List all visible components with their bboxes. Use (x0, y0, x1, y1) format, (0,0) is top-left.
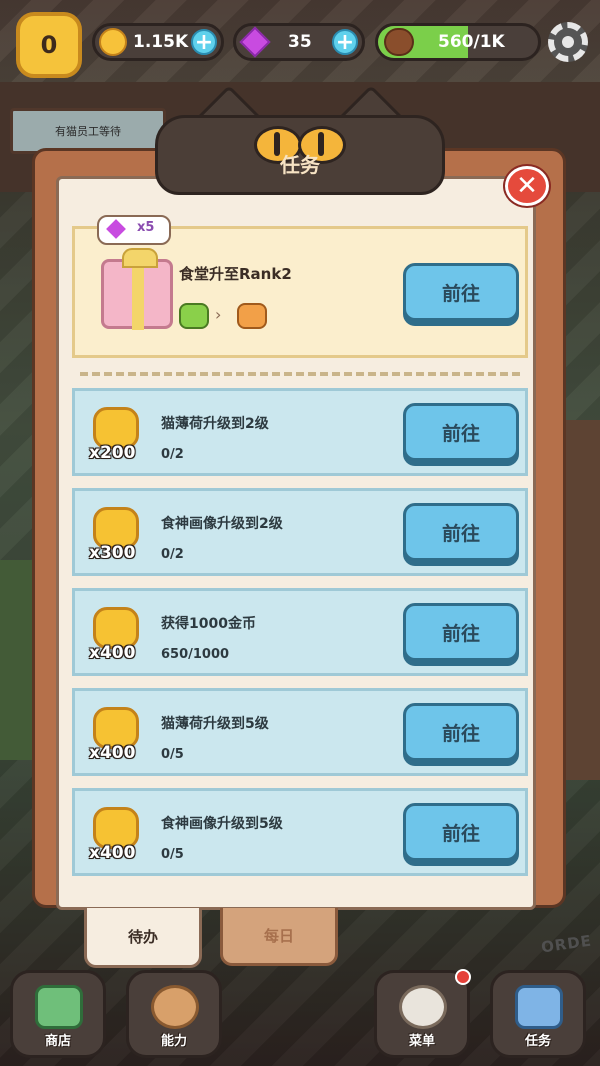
task-row: x200 猫薄荷升级到2级 0/2 前往 (72, 388, 528, 476)
nav-tasks-label: 任务 (524, 1034, 551, 1049)
level-badge[interactable]: 0 (12, 8, 82, 78)
gem-reward-bubble: x5 (97, 215, 171, 245)
task-reward: x400 (89, 743, 136, 763)
nav-menu-label: 菜单 (408, 1034, 435, 1049)
task-progress: 0/2 (161, 447, 184, 462)
task-go-button[interactable]: 前往 (403, 703, 519, 761)
task-go-button[interactable]: 前往 (403, 803, 519, 861)
gem-reward-label: x5 (137, 220, 155, 235)
add-gems-button[interactable]: + (332, 29, 358, 55)
task-go-button[interactable]: 前往 (403, 403, 519, 461)
task-name: 食神画像升级到5级 (161, 816, 283, 832)
coffee-bean-icon (384, 28, 414, 56)
shop-icon (35, 985, 83, 1029)
task-reward: x400 (89, 843, 136, 863)
rank-cat-orange-icon (237, 303, 267, 329)
arrow-icon: › (215, 305, 222, 324)
task-name: 获得1000金币 (161, 616, 256, 632)
cat-header: 任务 (155, 85, 445, 195)
task-row: x300 食神画像升级到2级 0/2 前往 (72, 488, 528, 576)
rank-cat-green-icon (179, 303, 209, 329)
task-reward: x200 (89, 443, 136, 463)
task-go-button[interactable]: 前往 (403, 603, 519, 661)
gem-icon (239, 26, 271, 58)
coffee-cup-icon (399, 985, 447, 1029)
level-hex-icon: 0 (16, 12, 82, 78)
gem-icon (106, 219, 126, 239)
task-row: x400 获得1000金币 650/1000 前往 (72, 588, 528, 676)
task-progress: 0/5 (161, 847, 184, 862)
nav-ability[interactable]: 能力 (126, 970, 222, 1058)
nav-shop[interactable]: 商店 (10, 970, 106, 1058)
task-name: 食神画像升级到2级 (161, 516, 283, 532)
close-button[interactable]: ✕ (505, 166, 549, 206)
coin-icon (99, 28, 127, 56)
level-value: 0 (40, 31, 58, 59)
beans-value: 560/1K (438, 32, 505, 52)
task-progress: 0/2 (161, 547, 184, 562)
add-coins-button[interactable]: + (191, 29, 217, 55)
clipboard-icon (515, 985, 563, 1029)
task-name: 猫薄荷升级到5级 (161, 716, 269, 732)
task-progress: 650/1000 (161, 647, 230, 662)
gems-counter: 35 + (233, 23, 365, 61)
nav-menu[interactable]: 菜单 (374, 969, 471, 1058)
coins-value: 1.15K (133, 32, 189, 52)
nav-ability-label: 能力 (160, 1034, 187, 1049)
modal-title: 任务 (280, 153, 320, 177)
task-name: 猫薄荷升级到2级 (161, 416, 269, 432)
task-go-button[interactable]: 前往 (403, 503, 519, 561)
section-divider (80, 372, 520, 376)
nav-shop-label: 商店 (44, 1034, 71, 1049)
task-row: x400 猫薄荷升级到5级 0/5 前往 (72, 688, 528, 776)
paw-icon (151, 985, 199, 1029)
task-progress: 0/5 (161, 747, 184, 762)
notification-dot (455, 969, 471, 985)
beans-counter: 560/1K (375, 23, 541, 61)
task-reward: x300 (89, 543, 136, 563)
top-hud: 0 1.15K + 35 + 560/1K (0, 0, 600, 82)
featured-task-name: 食堂升至Rank2 (179, 265, 292, 283)
featured-go-button[interactable]: 前往 (403, 263, 519, 321)
rank-upgrade-indicator: › (179, 303, 269, 331)
task-reward: x400 (89, 643, 136, 663)
featured-task: x5 食堂升至Rank2 › 前往 (72, 215, 528, 358)
bottom-nav: 商店 能力 菜单 任务 (0, 958, 600, 1066)
gift-box-icon (101, 248, 173, 330)
gems-value: 35 (288, 32, 312, 52)
nav-tasks[interactable]: 任务 (490, 970, 586, 1058)
settings-gear-icon[interactable] (548, 22, 588, 62)
coins-counter: 1.15K + (92, 23, 224, 61)
task-row: x400 食神画像升级到5级 0/5 前往 (72, 788, 528, 876)
